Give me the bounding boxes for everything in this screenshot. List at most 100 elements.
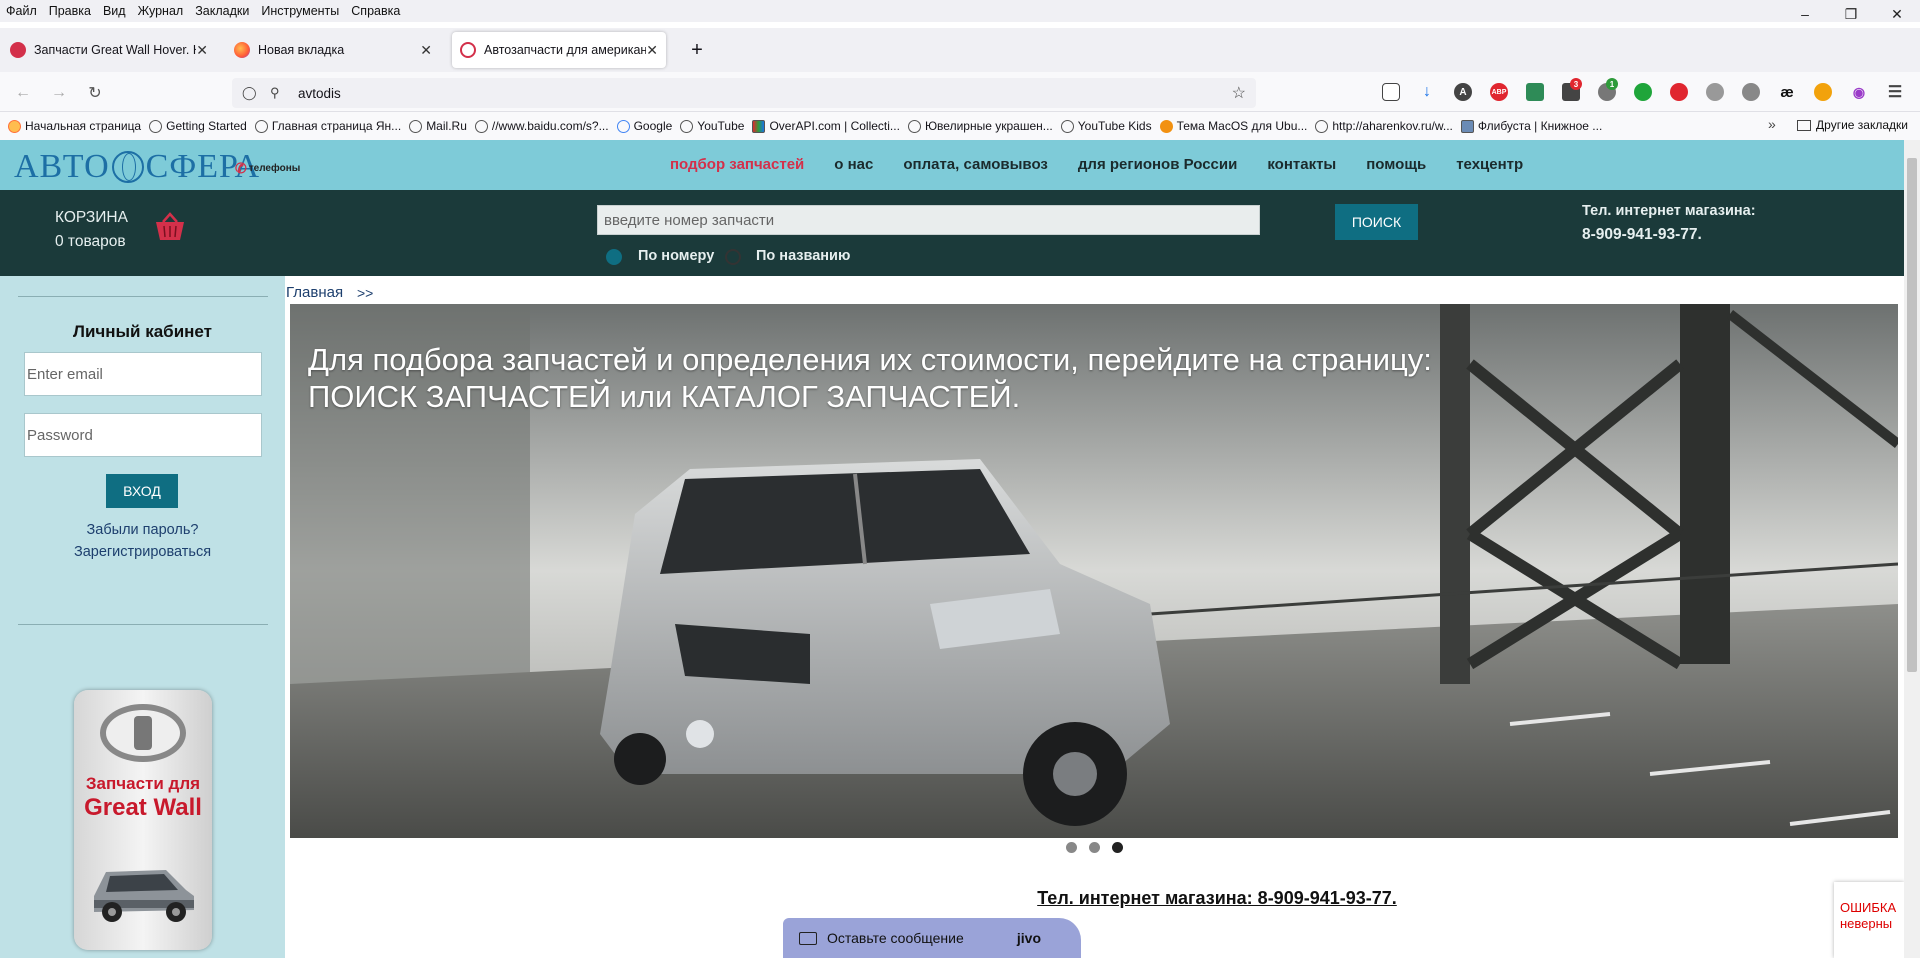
- radio-by-name-label[interactable]: По названию: [756, 248, 850, 264]
- minimize-icon[interactable]: –: [1782, 0, 1828, 28]
- part-number-search-input[interactable]: [597, 205, 1260, 235]
- recaptcha-error: ОШИБКА неверны: [1834, 882, 1904, 958]
- menu-bookmarks[interactable]: Закладки: [189, 4, 255, 18]
- login-button[interactable]: ВХОД: [106, 474, 178, 508]
- forward-icon[interactable]: →: [48, 82, 70, 104]
- divider: [18, 624, 268, 625]
- extension-radio-icon[interactable]: ◉: [1850, 83, 1868, 101]
- extension-star-icon[interactable]: [1634, 83, 1652, 101]
- bookmark-item[interactable]: YouTube Kids: [1060, 119, 1152, 133]
- close-tab-icon[interactable]: ✕: [196, 42, 208, 59]
- nav-techcenter[interactable]: техцентр: [1456, 156, 1523, 173]
- reload-icon[interactable]: ↻: [84, 82, 106, 104]
- nav-about[interactable]: о нас: [834, 156, 873, 173]
- site-logo[interactable]: АВТО СФЕРА: [14, 148, 260, 186]
- shield-icon[interactable]: ◯: [242, 85, 260, 101]
- bookmark-item[interactable]: OverAPI.com | Collecti...: [752, 119, 900, 133]
- bookmark-star-icon[interactable]: ☆: [1232, 83, 1246, 103]
- great-wall-logo-icon: [100, 704, 186, 762]
- radio-by-number[interactable]: [606, 249, 622, 265]
- bookmark-item[interactable]: Главная страница Ян...: [254, 119, 401, 133]
- restore-icon[interactable]: ❐: [1828, 0, 1874, 28]
- bookmark-item[interactable]: Ювелирные украшен...: [907, 119, 1053, 133]
- bookmark-item[interactable]: Тема MacOS для Ubu...: [1159, 119, 1307, 133]
- close-tab-icon[interactable]: ✕: [420, 42, 432, 59]
- extension-ae-icon[interactable]: æ: [1778, 83, 1796, 101]
- register-link[interactable]: Зарегистрироваться: [0, 544, 285, 560]
- extension-green-icon[interactable]: [1526, 83, 1544, 101]
- pocket-icon[interactable]: [1382, 83, 1400, 101]
- tab-autoparts[interactable]: Автозапчасти для американск ✕: [452, 32, 666, 68]
- bookmark-item[interactable]: Mail.Ru: [409, 119, 467, 133]
- nav-payment[interactable]: оплата, самовывоз: [903, 156, 1048, 173]
- downloads-icon[interactable]: ↓: [1418, 83, 1436, 101]
- bookmark-item[interactable]: YouTube: [680, 119, 744, 133]
- nav-parts-selection[interactable]: подбор запчастей: [670, 156, 804, 173]
- other-bookmarks[interactable]: Другие закладки: [1797, 118, 1908, 132]
- close-tab-icon[interactable]: ✕: [646, 42, 658, 59]
- extension-red-icon[interactable]: [1670, 83, 1688, 101]
- extension-a-icon[interactable]: A: [1454, 83, 1472, 101]
- extension-globe-icon[interactable]: [1706, 83, 1724, 101]
- password-field[interactable]: [24, 413, 262, 457]
- new-tab-button[interactable]: +: [682, 32, 712, 68]
- nav-regions[interactable]: для регионов России: [1078, 156, 1237, 173]
- site-favicon-icon: [460, 42, 476, 58]
- bookmark-item[interactable]: Начальная страница: [8, 119, 141, 133]
- chat-widget[interactable]: Оставьте сообщение jivo: [783, 918, 1081, 958]
- radio-by-name[interactable]: [725, 249, 741, 265]
- slider-dot-active[interactable]: [1112, 842, 1123, 853]
- globe-icon: [1315, 119, 1329, 133]
- shop-tel[interactable]: 8-909-941-93-77.: [1582, 226, 1702, 244]
- bookmark-item[interactable]: Google: [616, 119, 672, 133]
- back-icon[interactable]: ←: [12, 82, 34, 104]
- tab-new[interactable]: Новая вкладка ✕: [226, 32, 440, 68]
- email-field[interactable]: [24, 352, 262, 396]
- tab-greatwall[interactable]: Запчасти Great Wall Hover. Ку ✕: [2, 32, 216, 68]
- menu-help[interactable]: Справка: [345, 4, 406, 18]
- globe-icon: [409, 119, 423, 133]
- envelope-icon: [799, 931, 817, 945]
- hero-slider[interactable]: Для подбора запчастей и определения их с…: [290, 304, 1898, 838]
- scrollbar[interactable]: [1904, 140, 1920, 958]
- search-button[interactable]: ПОИСК: [1335, 204, 1418, 240]
- menu-edit[interactable]: Правка: [43, 4, 97, 18]
- slider-dot[interactable]: [1089, 842, 1100, 853]
- address-text[interactable]: avtodis: [298, 86, 341, 101]
- nav-help[interactable]: помощь: [1366, 156, 1426, 173]
- extension-play-icon[interactable]: [1742, 83, 1760, 101]
- cart-label[interactable]: КОРЗИНА: [55, 209, 128, 227]
- nav-contacts[interactable]: контакты: [1267, 156, 1336, 173]
- globe-icon: [907, 119, 921, 133]
- chevron-more-icon[interactable]: »: [1768, 116, 1776, 132]
- footer-tel[interactable]: Тел. интернет магазина: 8-909-941-93-77.: [0, 888, 1904, 909]
- menu-file[interactable]: Файл: [0, 4, 43, 18]
- phones-link[interactable]: ✆ телефоны: [235, 160, 300, 177]
- extension-colors-icon[interactable]: [1814, 83, 1832, 101]
- shop-tel-label: Тел. интернет магазина:: [1582, 203, 1756, 219]
- bookmark-item[interactable]: Флибуста | Книжное ...: [1460, 119, 1602, 133]
- jivo-logo: jivo: [1016, 930, 1041, 946]
- search-icon: ⚲: [270, 85, 280, 100]
- breadcrumb-home[interactable]: Главная: [286, 284, 343, 301]
- book-icon: [1460, 119, 1474, 133]
- close-window-icon[interactable]: ✕: [1874, 0, 1920, 28]
- banner-line1: Запчасти для: [85, 774, 201, 793]
- address-bar[interactable]: ◯ ⚲ avtodis ☆: [232, 78, 1256, 108]
- cart-count: 0 товаров: [55, 233, 126, 250]
- cart-icon[interactable]: [152, 212, 188, 242]
- scrollbar-thumb[interactable]: [1907, 158, 1917, 672]
- bookmark-item[interactable]: Getting Started: [149, 119, 247, 133]
- bookmark-item[interactable]: http://aharenkov.ru/w...: [1315, 119, 1453, 133]
- adblock-icon[interactable]: ABP: [1490, 83, 1508, 101]
- bookmark-item[interactable]: //www.baidu.com/s?...: [474, 119, 609, 133]
- menu-history[interactable]: Журнал: [132, 4, 190, 18]
- forgot-password-link[interactable]: Забыли пароль?: [0, 522, 285, 538]
- radio-by-number-label[interactable]: По номеру: [638, 248, 714, 264]
- menu-tools[interactable]: Инструменты: [255, 4, 345, 18]
- slider-dot[interactable]: [1066, 842, 1077, 853]
- menu-view[interactable]: Вид: [97, 4, 132, 18]
- tab-title: Запчасти Great Wall Hover. Ку: [34, 43, 197, 57]
- great-wall-banner[interactable]: Запчасти для Great Wall: [74, 690, 212, 950]
- menu-hamburger-icon[interactable]: ☰: [1886, 83, 1904, 101]
